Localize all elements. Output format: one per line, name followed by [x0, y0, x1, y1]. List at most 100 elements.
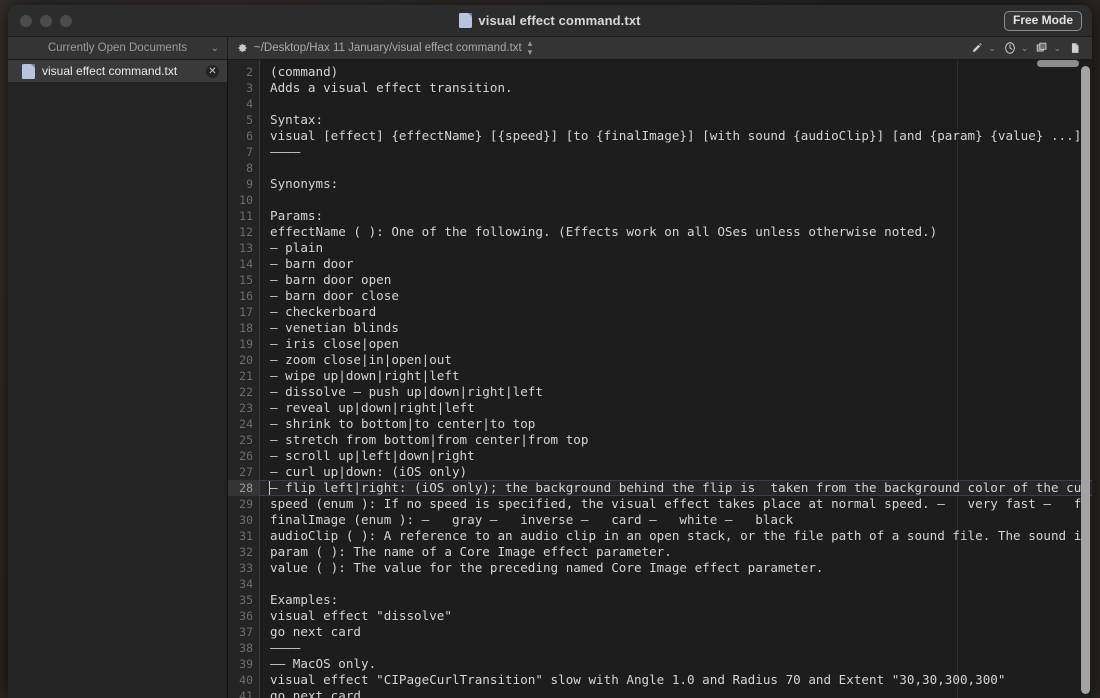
- line-number: 18: [239, 321, 253, 335]
- window-titlebar: visual effect command.txt Free Mode: [8, 5, 1092, 37]
- code-line[interactable]: finalImage (enum ): — gray — inverse — c…: [260, 512, 1092, 528]
- line-number: 19: [239, 337, 253, 351]
- code-line[interactable]: [260, 576, 1092, 592]
- line-number: 4: [246, 97, 253, 111]
- horizontal-scrollbar[interactable]: [1037, 60, 1079, 67]
- code-line[interactable]: — iris close|open: [260, 336, 1092, 352]
- code-line[interactable]: param ( ): The name of a Core Image effe…: [260, 544, 1092, 560]
- gear-icon[interactable]: [236, 42, 248, 54]
- chevron-down-icon[interactable]: ⌄: [1021, 43, 1029, 54]
- chevron-down-icon[interactable]: ⌄: [1053, 43, 1061, 54]
- code-editor[interactable]: 2 3 4 5 6 7 8 9 10 11 12 13 14 15 16 17 18 19 20 21 22 23 24 25…: [228, 60, 1092, 698]
- new-document-tool[interactable]: [1068, 41, 1082, 55]
- code-line[interactable]: — barn door open: [260, 272, 1092, 288]
- line-number: 7: [246, 145, 253, 159]
- path-bar: ~/Desktop/Hax 11 January/visual effect c…: [228, 37, 1092, 59]
- code-line[interactable]: Adds a visual effect transition.: [260, 80, 1092, 96]
- code-line[interactable]: — dissolve — push up|down|right|left: [260, 384, 1092, 400]
- code-line[interactable]: Params:: [260, 208, 1092, 224]
- marker-tool[interactable]: ⌄: [970, 41, 996, 55]
- sidebar-item-visual-effect-command[interactable]: visual effect command.txt ✕: [8, 60, 227, 82]
- line-number: 28: [228, 480, 259, 496]
- code-line[interactable]: go next card: [260, 624, 1092, 640]
- code-line[interactable]: go next card: [260, 688, 1092, 698]
- code-line[interactable]: — shrink to bottom|to center|to top: [260, 416, 1092, 432]
- chevron-down-icon[interactable]: ⌄: [988, 43, 996, 54]
- document-icon: [22, 63, 35, 79]
- code-line[interactable]: ————: [260, 640, 1092, 656]
- open-documents-sidebar: visual effect command.txt ✕: [8, 60, 228, 698]
- code-line[interactable]: speed (enum ): If no speed is specified,…: [260, 496, 1092, 512]
- line-number: 34: [239, 577, 253, 591]
- line-number: 27: [239, 465, 253, 479]
- code-line[interactable]: visual effect "CIPageCurlTransition" slo…: [260, 672, 1092, 688]
- toolbar: Currently Open Documents ⌄ ~/Desktop/Hax…: [8, 37, 1092, 60]
- code-line[interactable]: — wipe up|down|right|left: [260, 368, 1092, 384]
- code-line[interactable]: audioClip ( ): A reference to an audio c…: [260, 528, 1092, 544]
- line-number: 30: [239, 513, 253, 527]
- code-line[interactable]: — plain: [260, 240, 1092, 256]
- code-line[interactable]: [260, 160, 1092, 176]
- window-title-group: visual effect command.txt: [8, 13, 1092, 28]
- code-line[interactable]: — curl up|down: (iOS only): [260, 464, 1092, 480]
- line-number: 21: [239, 369, 253, 383]
- free-mode-button[interactable]: Free Mode: [1003, 11, 1082, 31]
- window-controls: [20, 14, 72, 27]
- close-icon[interactable]: ✕: [206, 64, 219, 78]
- close-button[interactable]: [20, 14, 32, 27]
- chevron-down-icon: ⌄: [210, 42, 219, 54]
- new-document-icon[interactable]: [1068, 41, 1082, 55]
- zoom-button[interactable]: [60, 14, 72, 27]
- code-line[interactable]: —— MacOS only.: [260, 656, 1092, 672]
- code-line[interactable]: [260, 192, 1092, 208]
- line-number: 16: [239, 289, 253, 303]
- minimize-button[interactable]: [40, 14, 52, 27]
- line-number: 33: [239, 561, 253, 575]
- desktop-background: visual effect command.txt Free Mode Curr…: [0, 0, 1100, 698]
- code-line[interactable]: visual effect "dissolve": [260, 608, 1092, 624]
- code-line[interactable]: visual [effect] {effectName} [{speed}] […: [260, 128, 1092, 144]
- code-line[interactable]: — zoom close|in|open|out: [260, 352, 1092, 368]
- code-line[interactable]: Examples:: [260, 592, 1092, 608]
- code-line[interactable]: (command): [260, 64, 1092, 80]
- line-number: 38: [239, 641, 253, 655]
- line-number: 37: [239, 625, 253, 639]
- line-number: 36: [239, 609, 253, 623]
- code-line[interactable]: — barn door: [260, 256, 1092, 272]
- line-number: 20: [239, 353, 253, 367]
- line-number: 2: [246, 65, 253, 79]
- code-line[interactable]: — venetian blinds: [260, 320, 1092, 336]
- window-copy-tool[interactable]: ⌄: [1035, 41, 1061, 55]
- code-line[interactable]: ————: [260, 144, 1092, 160]
- line-number: 25: [239, 433, 253, 447]
- code-line[interactable]: — flip left|right: (iOS only); the backg…: [260, 480, 1092, 496]
- code-area[interactable]: (command) Adds a visual effect transition…: [260, 60, 1092, 698]
- file-path-label: ~/Desktop/Hax 11 January/visual effect c…: [254, 42, 522, 54]
- code-line[interactable]: effectName ( ): One of the following. (E…: [260, 224, 1092, 240]
- vertical-scrollbar[interactable]: [1081, 66, 1090, 694]
- line-number: 40: [239, 673, 253, 687]
- code-line[interactable]: [260, 96, 1092, 112]
- code-line[interactable]: — scroll up|left|down|right: [260, 448, 1092, 464]
- line-number: 29: [239, 497, 253, 511]
- code-line[interactable]: value ( ): The value for the preceding n…: [260, 560, 1092, 576]
- code-line[interactable]: Synonyms:: [260, 176, 1092, 192]
- code-line[interactable]: — checkerboard: [260, 304, 1092, 320]
- copy-windows-icon[interactable]: [1035, 41, 1049, 55]
- history-clock-icon[interactable]: [1003, 41, 1017, 55]
- line-number: 11: [239, 209, 253, 223]
- document-icon: [459, 13, 473, 28]
- code-line[interactable]: Syntax:: [260, 112, 1092, 128]
- vertical-scrollbar-thumb[interactable]: [1081, 66, 1090, 694]
- history-tool[interactable]: ⌄: [1003, 41, 1029, 55]
- line-number: 39: [239, 657, 253, 671]
- line-number: 5: [246, 113, 253, 127]
- code-line[interactable]: — stretch from bottom|from center|from t…: [260, 432, 1092, 448]
- line-number: 8: [246, 161, 253, 175]
- sidebar-header-dropdown[interactable]: Currently Open Documents ⌄: [8, 37, 228, 59]
- marker-icon[interactable]: [970, 41, 984, 55]
- code-line[interactable]: — barn door close: [260, 288, 1092, 304]
- path-stepper-icon[interactable]: ▴ ▾: [528, 39, 533, 57]
- code-line[interactable]: — reveal up|down|right|left: [260, 400, 1092, 416]
- line-number: 14: [239, 257, 253, 271]
